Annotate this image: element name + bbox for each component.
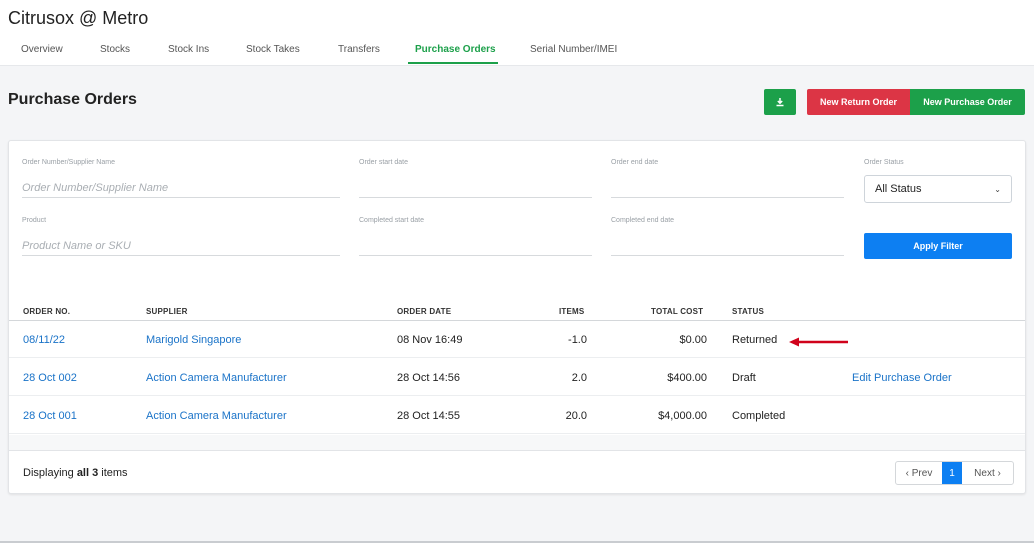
tab-transfers[interactable]: Transfers xyxy=(338,44,380,55)
items-count-summary: Displaying all 3 items xyxy=(23,467,128,479)
display-suffix: items xyxy=(101,467,128,479)
download-button[interactable] xyxy=(764,89,796,115)
order-date: 28 Oct 14:56 xyxy=(397,371,460,384)
pagination: ‹ Prev 1 Next › xyxy=(895,461,1014,485)
column-header-order-date: ORDER DATE xyxy=(397,307,452,316)
new-return-order-button[interactable]: New Return Order xyxy=(807,89,910,115)
order-status-selected: All Status xyxy=(875,183,922,195)
order-date: 28 Oct 14:55 xyxy=(397,409,460,422)
completed-end-date-input[interactable] xyxy=(611,236,844,256)
column-header-order-no: ORDER NO. xyxy=(23,307,71,316)
display-count: all 3 xyxy=(76,467,99,479)
annotation-arrow-icon xyxy=(789,337,848,347)
download-icon xyxy=(776,98,784,107)
items-count: 20.0 xyxy=(565,409,587,422)
items-count: -1.0 xyxy=(568,333,587,346)
completed-end-date-label: Completed end date xyxy=(611,217,675,224)
next-page-button[interactable]: Next › xyxy=(962,462,1013,484)
order-number-link[interactable]: 08/11/22 xyxy=(23,321,65,358)
total-cost: $0.00 xyxy=(679,333,707,346)
product-input[interactable] xyxy=(22,236,340,256)
order-status-select[interactable]: All Status ⌄ xyxy=(864,175,1012,203)
display-prefix: Displaying xyxy=(23,467,74,479)
column-header-items: ITEMS xyxy=(559,307,585,316)
supplier-link[interactable]: Marigold Singapore xyxy=(146,321,241,358)
supplier-link[interactable]: Action Camera Manufacturer xyxy=(146,397,287,434)
column-header-status: STATUS xyxy=(732,307,765,316)
status-text: Draft xyxy=(732,371,756,384)
total-cost: $400.00 xyxy=(667,371,707,384)
top-bar: Citrusox @ Metro Overview Stocks Stock I… xyxy=(0,0,1034,66)
status-text: Completed xyxy=(732,409,786,422)
table-row: 28 Oct 001 Action Camera Manufacturer 28… xyxy=(9,397,1025,434)
supplier-link[interactable]: Action Camera Manufacturer xyxy=(146,359,287,396)
column-header-supplier: SUPPLIER xyxy=(146,307,188,316)
completed-start-date-label: Completed start date xyxy=(359,217,424,224)
page-1-button[interactable]: 1 xyxy=(942,462,962,484)
completed-start-date-input[interactable] xyxy=(359,236,592,256)
total-cost: $4,000.00 xyxy=(658,409,707,422)
tab-purchase-orders[interactable]: Purchase Orders xyxy=(415,44,496,55)
tab-stock-ins[interactable]: Stock Ins xyxy=(168,44,209,55)
status-text: Returned xyxy=(732,333,778,346)
page-title: Purchase Orders xyxy=(8,91,137,108)
purchase-orders-card: Order Number/Supplier Name Order start d… xyxy=(8,140,1026,494)
order-date: 08 Nov 16:49 xyxy=(397,333,463,346)
order-number-input[interactable] xyxy=(22,178,340,198)
table-row: 28 Oct 002 Action Camera Manufacturer 28… xyxy=(9,359,1025,396)
apply-filter-button[interactable]: Apply Filter xyxy=(864,233,1012,259)
table-bottom-spacer xyxy=(9,435,1025,451)
tab-stocks[interactable]: Stocks xyxy=(100,44,130,55)
tab-serial-number-imei[interactable]: Serial Number/IMEI xyxy=(530,44,617,55)
table-row: 08/11/22 Marigold Singapore 08 Nov 16:49… xyxy=(9,321,1025,358)
column-header-total-cost: TOTAL COST xyxy=(651,307,704,316)
order-end-date-input[interactable] xyxy=(611,178,844,198)
active-tab-indicator xyxy=(408,62,498,64)
edit-purchase-order-link[interactable]: Edit Purchase Order xyxy=(852,359,952,396)
tab-stock-takes[interactable]: Stock Takes xyxy=(246,44,300,55)
items-count: 2.0 xyxy=(571,371,587,384)
order-status-label: Order Status xyxy=(864,159,904,166)
tab-overview[interactable]: Overview xyxy=(21,44,63,55)
order-number-label: Order Number/Supplier Name xyxy=(22,159,115,166)
order-start-date-input[interactable] xyxy=(359,178,592,198)
order-start-date-label: Order start date xyxy=(359,159,409,166)
chevron-down-icon: ⌄ xyxy=(994,184,1001,194)
store-title: Citrusox @ Metro xyxy=(8,8,149,28)
product-label: Product xyxy=(22,217,47,224)
order-end-date-label: Order end date xyxy=(611,159,659,166)
order-number-link[interactable]: 28 Oct 002 xyxy=(23,359,77,396)
new-purchase-order-button[interactable]: New Purchase Order xyxy=(910,89,1025,115)
order-number-link[interactable]: 28 Oct 001 xyxy=(23,397,77,434)
prev-page-button[interactable]: ‹ Prev xyxy=(896,462,942,484)
